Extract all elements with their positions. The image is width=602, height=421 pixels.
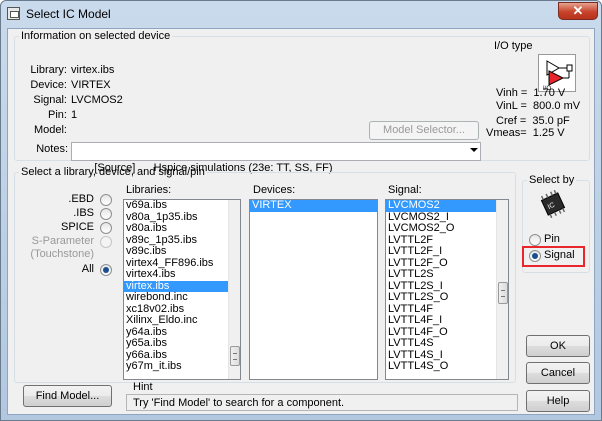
info-legend: Information on selected device — [21, 30, 171, 42]
signal-list-item[interactable]: LVTTL4S — [386, 337, 508, 350]
pin-radio-label: Pin — [544, 233, 560, 245]
signals-scroll-thumb[interactable] — [498, 282, 508, 304]
device-value: VIRTEX — [71, 79, 111, 91]
signal-list-item[interactable]: LVTTL2S — [386, 268, 508, 281]
select-legend: Select a library, device, and signal/pin — [21, 166, 205, 178]
filter-option-label: .IBS — [73, 207, 94, 219]
library-list-item[interactable]: y67m_it.ibs — [124, 360, 240, 373]
libraries-listbox[interactable]: v69a.ibs v80a_1p35.ibs v80a.ibs v89c_1p35.i… — [123, 199, 241, 380]
library-list-item[interactable]: v80a.ibs — [124, 222, 240, 235]
library-list-item[interactable]: v69a.ibs — [124, 200, 240, 212]
signal-list-item[interactable]: LVCMOS2 — [386, 200, 508, 212]
filter-option-label: SPICE — [60, 221, 94, 233]
window-title: Select IC Model — [26, 7, 111, 21]
dialog-client: Information on selected device Library: … — [7, 28, 595, 415]
filter-option-5[interactable]: All — [16, 263, 94, 275]
filter-radio-2[interactable] — [100, 222, 112, 234]
pin-radio[interactable] — [529, 234, 541, 246]
hint-text: Try 'Find Model' to search for a compone… — [133, 397, 345, 409]
device-label: Device: — [30, 79, 67, 91]
model-label: Model: — [33, 124, 67, 136]
select-by-legend: Select by — [529, 174, 575, 186]
filter-radio-0[interactable] — [100, 194, 112, 206]
filter-radio-1[interactable] — [100, 208, 112, 220]
hint-label: Hint — [133, 381, 153, 393]
vmeas-value: Vmeas= 1.25 V — [486, 127, 565, 139]
dialog-window: Select IC Model ✕ Information on selecte… — [0, 0, 602, 421]
filter-radio-5[interactable] — [100, 264, 112, 276]
notes-dropdown[interactable]: [Source] Hspice simulations (23e: TT, SS… — [71, 142, 481, 174]
filter-option-label: S-Parameter — [31, 235, 94, 247]
signals-listbox[interactable]: LVCMOS2 LVCMOS2_I LVCMOS2_O LVTTL2F LVTTL2F_… — [385, 199, 509, 380]
libraries-scroll-thumb[interactable] — [230, 346, 240, 366]
signal-label: Signal: — [33, 94, 67, 106]
find-model-button[interactable]: Find Model... — [23, 385, 112, 407]
filter-option-label: (Touchstone) — [30, 248, 94, 260]
chevron-down-icon — [470, 148, 478, 152]
model-selector-button[interactable]: Model Selector... — [369, 121, 479, 140]
filter-option-label: All — [81, 263, 94, 275]
library-list-item[interactable]: virtex4.ibs — [124, 268, 240, 281]
device-list-item[interactable]: VIRTEX — [250, 200, 377, 212]
signal-list-item[interactable]: LVTTL2F_I — [386, 245, 508, 258]
ok-button[interactable]: OK — [526, 335, 590, 357]
vinl-value: VinL = 800.0 mV — [496, 100, 581, 112]
libraries-list: v69a.ibs v80a_1p35.ibs v80a.ibs v89c_1p35.i… — [124, 200, 240, 373]
close-button[interactable]: ✕ — [558, 2, 598, 20]
pin-label: Pin: — [48, 109, 67, 121]
ic-chip-icon: IC — [538, 189, 568, 219]
app-icon — [7, 7, 20, 20]
hint-box: Try 'Find Model' to search for a compone… — [126, 394, 518, 411]
filter-option-2[interactable]: SPICE — [16, 221, 94, 233]
signals-list: LVCMOS2 LVCMOS2_I LVCMOS2_O LVTTL2F LVTTL2F_… — [386, 200, 508, 373]
signal-list-item[interactable]: LVCMOS2_O — [386, 222, 508, 235]
library-list-item[interactable]: y65a.ibs — [124, 337, 240, 350]
vinh-value: Vinh = 1.70 V — [496, 87, 566, 99]
signal-list-item[interactable]: LVTTL4S_O — [386, 360, 508, 373]
signal-radio[interactable] — [529, 250, 541, 262]
filter-radio-3 — [100, 236, 112, 248]
notes-label: Notes: — [36, 143, 68, 155]
signal-list-label: Signal: — [388, 184, 422, 196]
signal-list-item[interactable]: LVTTL4F_I — [386, 314, 508, 327]
signal-radio-label: Signal — [544, 249, 575, 261]
filter-option-3: S-Parameter — [16, 235, 94, 247]
filter-option-1[interactable]: .IBS — [16, 207, 94, 219]
library-list-item[interactable]: wirebond.inc — [124, 291, 240, 304]
filter-option-4: (Touchstone) — [16, 248, 94, 260]
library-label: Library: — [30, 64, 67, 76]
devices-label: Devices: — [253, 184, 296, 196]
libraries-label: Libraries: — [126, 184, 172, 196]
signal-value: LVCMOS2 — [71, 94, 123, 106]
signals-scrollbar[interactable] — [496, 200, 508, 379]
library-list-item[interactable]: v89c.ibs — [124, 245, 240, 258]
title-bar[interactable]: Select IC Model ✕ — [1, 1, 601, 28]
devices-listbox[interactable]: VIRTEX — [249, 199, 378, 380]
devices-list: VIRTEX — [250, 200, 377, 212]
filter-option-label: .EBD — [68, 193, 94, 205]
io-type-label: I/O type — [494, 40, 533, 52]
cref-value: Cref = 35.0 pF — [496, 115, 570, 127]
library-list-item[interactable]: Xilinx_Eldo.inc — [124, 314, 240, 327]
library-value: virtex.ibs — [71, 64, 115, 76]
help-button[interactable]: Help — [526, 390, 590, 412]
filter-option-0[interactable]: .EBD — [16, 193, 94, 205]
signal-list-item[interactable]: LVTTL2S_O — [386, 291, 508, 304]
libraries-scrollbar[interactable] — [228, 200, 240, 379]
cancel-button[interactable]: Cancel — [526, 362, 590, 384]
pin-value: 1 — [71, 109, 78, 121]
